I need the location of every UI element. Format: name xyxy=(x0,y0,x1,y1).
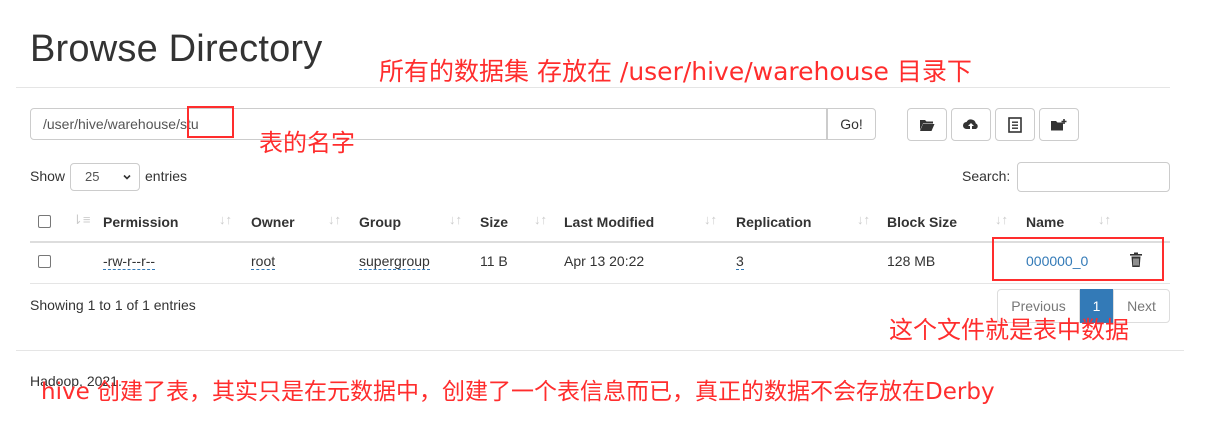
create-folder-button[interactable] xyxy=(1039,108,1079,141)
sort-icon[interactable]: ↓↑ xyxy=(704,212,717,227)
upload-button[interactable] xyxy=(951,108,991,141)
directory-path-input[interactable]: /user/hive/warehouse/stu xyxy=(30,108,827,140)
row-block-size: 128 MB xyxy=(887,253,936,269)
annotation-table-name-note: 表的名字 xyxy=(259,129,355,157)
sort-icon[interactable]: ↓↑ xyxy=(857,212,870,227)
sort-icon[interactable]: ↓↑ xyxy=(328,212,341,227)
entries-select[interactable]: 25 xyxy=(70,163,140,191)
column-header-permission[interactable]: Permission xyxy=(103,214,178,230)
search-input[interactable] xyxy=(1017,162,1170,192)
row-replication[interactable]: 3 xyxy=(736,253,744,270)
sort-icon[interactable]: ↓↑ xyxy=(219,212,232,227)
row-group[interactable]: supergroup xyxy=(359,253,430,270)
folder-open-button[interactable] xyxy=(907,108,947,141)
list-button[interactable] xyxy=(995,108,1035,141)
list-icon xyxy=(1008,116,1022,133)
search-label: Search: xyxy=(962,168,1011,184)
annotation-bottom-note: hive 创建了表，其实只是在元数据中，创建了一个表信息而已，真正的数据不会存放… xyxy=(41,379,995,405)
sort-icon[interactable]: ↓↑ xyxy=(534,212,547,227)
show-label: Show xyxy=(30,168,66,184)
folder-open-icon xyxy=(920,119,935,131)
sort-icon[interactable]: ↓↑ xyxy=(1098,212,1111,227)
column-header-name[interactable]: Name xyxy=(1026,214,1064,230)
annotation-warehouse-note: 所有的数据集 存放在 /user/hive/warehouse 目录下 xyxy=(379,57,972,86)
annotation-file-box xyxy=(992,237,1164,281)
row-size: 11 B xyxy=(480,253,508,269)
row-permission[interactable]: -rw-r--r-- xyxy=(103,253,156,270)
column-header-replication[interactable]: Replication xyxy=(736,214,811,230)
column-header-owner[interactable]: Owner xyxy=(251,214,295,230)
footer-divider xyxy=(16,350,1184,351)
row-owner[interactable]: root xyxy=(251,253,276,270)
annotation-table-name-box xyxy=(187,106,234,138)
sort-icon[interactable]: ↓↑ xyxy=(449,212,462,227)
column-header-size[interactable]: Size xyxy=(480,214,508,230)
sort-icon[interactable]: ↓↑ xyxy=(995,212,1008,227)
select-all-checkbox[interactable] xyxy=(38,215,51,228)
annotation-file-note: 这个文件就是表中数据 xyxy=(889,316,1129,344)
column-header-block-size[interactable]: Block Size xyxy=(887,214,957,230)
column-header-group[interactable]: Group xyxy=(359,214,401,230)
entries-select-value: 25 xyxy=(85,169,100,184)
column-header-last-modified[interactable]: Last Modified xyxy=(564,214,654,230)
row-checkbox[interactable] xyxy=(38,255,51,268)
go-button[interactable]: Go! xyxy=(827,108,876,140)
table-info: Showing 1 to 1 of 1 entries xyxy=(30,297,196,313)
cloud-upload-icon xyxy=(963,118,978,130)
chevron-down-icon xyxy=(123,174,131,180)
row-last-modified: Apr 13 20:22 xyxy=(564,253,645,269)
sort-icon[interactable]: ⇂≡ xyxy=(72,212,90,228)
page-title: Browse Directory xyxy=(30,28,323,70)
folder-plus-icon xyxy=(1051,118,1067,130)
entries-label: entries xyxy=(145,168,188,184)
table-bottom-divider xyxy=(30,283,1170,284)
